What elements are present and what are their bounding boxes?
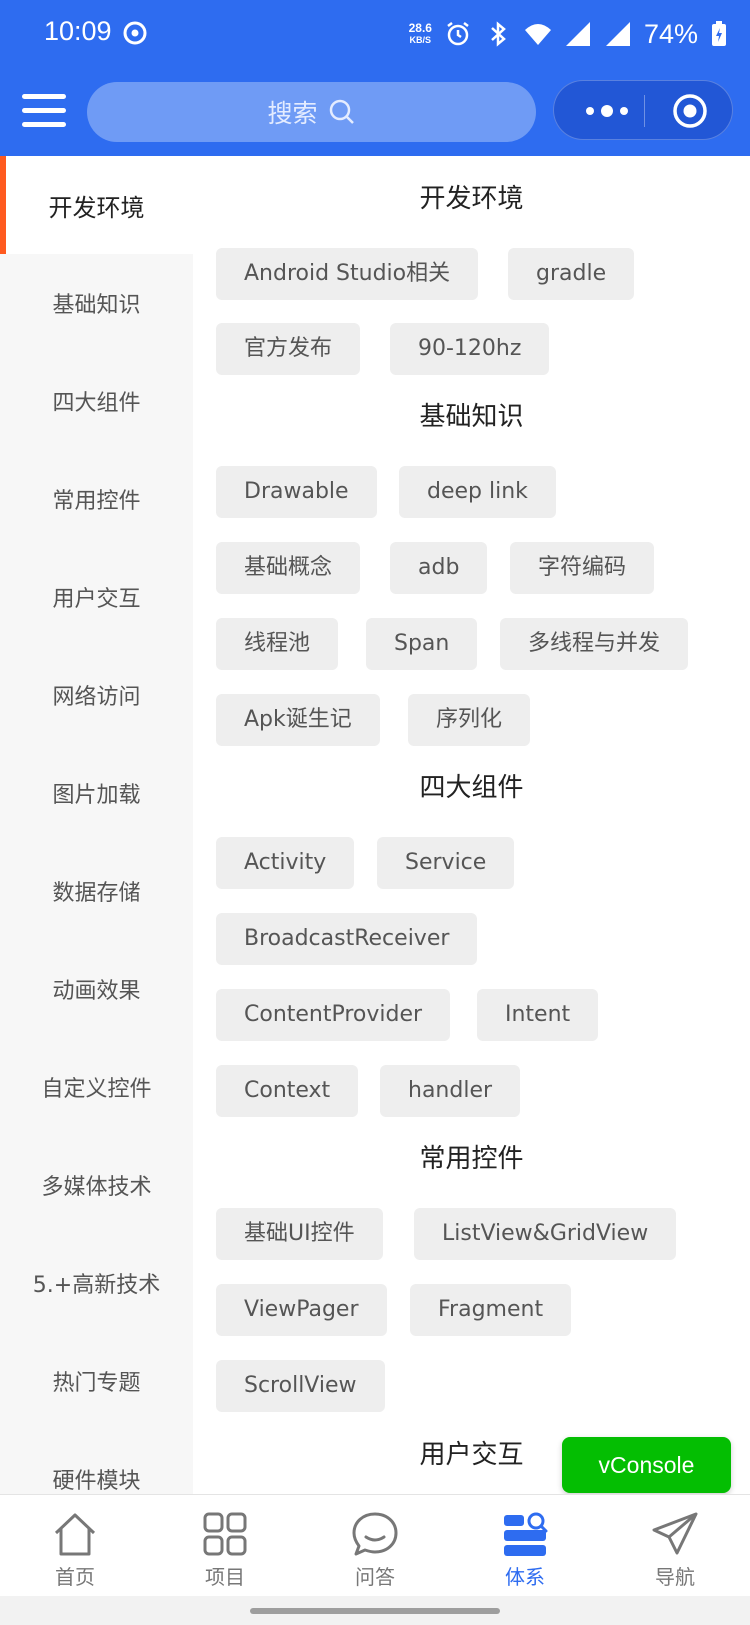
- system-icon: [504, 1512, 548, 1556]
- tag-chip[interactable]: Apk诞生记: [216, 694, 380, 746]
- sidebar-item-custom-widgets[interactable]: 自定义控件: [0, 1038, 193, 1136]
- tab-system[interactable]: 体系: [450, 1495, 600, 1596]
- tab-navigation[interactable]: 导航: [600, 1495, 750, 1596]
- tab-label: 体系: [505, 1565, 545, 1589]
- tab-projects[interactable]: 项目: [150, 1495, 300, 1596]
- sidebar-item-four-components[interactable]: 四大组件: [0, 352, 193, 450]
- bottom-tab-bar: 首页 项目 问答 体系 导航: [0, 1494, 750, 1596]
- tag-chip[interactable]: adb: [390, 542, 488, 594]
- network-speed: 28.6 KB/S: [408, 21, 432, 45]
- tab-label: 问答: [355, 1565, 395, 1589]
- close-target-icon[interactable]: [672, 93, 708, 129]
- tag-chip[interactable]: Intent: [477, 989, 599, 1041]
- sidebar-item-animation[interactable]: 动画效果: [0, 940, 193, 1038]
- app-notification-icon: [123, 21, 147, 45]
- tag-chip[interactable]: Drawable: [216, 466, 377, 518]
- tag-chip[interactable]: Fragment: [410, 1284, 572, 1336]
- vconsole-button[interactable]: vConsole: [562, 1437, 731, 1493]
- more-icon[interactable]: [582, 99, 632, 123]
- tag-chip[interactable]: 90-120hz: [390, 323, 550, 375]
- wifi-icon: [524, 24, 551, 45]
- sidebar-item-multimedia[interactable]: 多媒体技术: [0, 1136, 193, 1234]
- tab-qa[interactable]: 问答: [300, 1495, 450, 1596]
- tag-chip[interactable]: ScrollView: [216, 1360, 385, 1412]
- tab-home[interactable]: 首页: [0, 1495, 150, 1596]
- section-title: 基础知识: [419, 402, 524, 432]
- signal-icon-2: [605, 22, 630, 46]
- section-title: 四大组件: [419, 773, 524, 803]
- status-bar: 10:09 28.6 KB/S 74%: [0, 0, 750, 66]
- alarm-icon: [447, 22, 469, 46]
- home-icon: [54, 1513, 96, 1556]
- section-title: 常用控件: [419, 1144, 524, 1174]
- chat-bubble-icon: [352, 1512, 398, 1556]
- app-header: 10:09 28.6 KB/S 74% 搜索: [0, 0, 750, 156]
- menu-icon[interactable]: [22, 94, 66, 128]
- sidebar-item-network[interactable]: 网络访问: [0, 646, 193, 744]
- paper-plane-icon: [652, 1512, 698, 1555]
- tab-label: 导航: [655, 1565, 695, 1589]
- sidebar-item-data-storage[interactable]: 数据存储: [0, 842, 193, 940]
- tag-chip[interactable]: 序列化: [408, 694, 531, 746]
- sidebar-item-hardware[interactable]: 硬件模块: [0, 1430, 193, 1494]
- tag-chip[interactable]: Context: [216, 1065, 359, 1117]
- sidebar-item-dev-env[interactable]: 开发环境: [0, 156, 193, 254]
- tag-chip[interactable]: Service: [377, 837, 515, 889]
- tag-chip[interactable]: 基础概念: [216, 542, 361, 594]
- sidebar-item-new-tech[interactable]: 5.+高新技术: [0, 1234, 193, 1332]
- sidebar-item-image-loading[interactable]: 图片加载: [0, 744, 193, 842]
- tag-chip[interactable]: 官方发布: [216, 323, 361, 375]
- tag-content: 开发环境 Android Studio相关 gradle 官方发布 90-120…: [193, 156, 750, 1494]
- tag-chip[interactable]: Activity: [216, 837, 355, 889]
- section-title: 开发环境: [419, 184, 524, 214]
- battery-icon: [712, 21, 726, 46]
- search-bar[interactable]: 搜索: [87, 82, 536, 142]
- bluetooth-icon: [491, 21, 506, 47]
- search-icon: [329, 99, 354, 124]
- tag-chip[interactable]: Span: [366, 618, 478, 670]
- home-indicator[interactable]: [250, 1608, 500, 1614]
- tag-chip[interactable]: BroadcastReceiver: [216, 913, 478, 965]
- tag-chip[interactable]: ListView&GridView: [414, 1208, 677, 1260]
- tag-chip[interactable]: 字符编码: [510, 542, 655, 594]
- status-icons: 28.6 KB/S 74%: [409, 14, 728, 54]
- tag-chip[interactable]: handler: [380, 1065, 521, 1117]
- tab-label: 项目: [205, 1565, 245, 1589]
- sidebar-item-basics[interactable]: 基础知识: [0, 254, 193, 352]
- capsule-divider: [644, 95, 645, 127]
- tag-chip[interactable]: ContentProvider: [216, 989, 451, 1041]
- tag-chip[interactable]: 线程池: [216, 618, 339, 670]
- top-bar: 搜索: [0, 78, 750, 144]
- signal-icon: [565, 22, 590, 46]
- tag-chip[interactable]: 多线程与并发: [500, 618, 689, 670]
- tag-chip[interactable]: deep link: [399, 466, 556, 518]
- tag-chip[interactable]: Android Studio相关: [216, 248, 479, 300]
- tag-chip[interactable]: ViewPager: [216, 1284, 387, 1336]
- status-time: 10:09: [44, 16, 112, 46]
- tab-label: 首页: [55, 1565, 95, 1589]
- tag-chip[interactable]: gradle: [508, 248, 635, 300]
- mini-program-capsule: [553, 80, 733, 140]
- system-navigation-area: [0, 1596, 750, 1625]
- sidebar-item-common-widgets[interactable]: 常用控件: [0, 450, 193, 548]
- sidebar-item-user-interaction[interactable]: 用户交互: [0, 548, 193, 646]
- grid-icon: [203, 1512, 247, 1556]
- tag-chip[interactable]: 基础UI控件: [216, 1208, 383, 1260]
- search-label: 搜索: [267, 99, 318, 128]
- battery-percent: 74%: [643, 18, 698, 49]
- category-sidebar: 开发环境 基础知识 四大组件 常用控件 用户交互 网络访问 图片加载 数据存储 …: [0, 156, 193, 1494]
- sidebar-item-hot-topics[interactable]: 热门专题: [0, 1332, 193, 1430]
